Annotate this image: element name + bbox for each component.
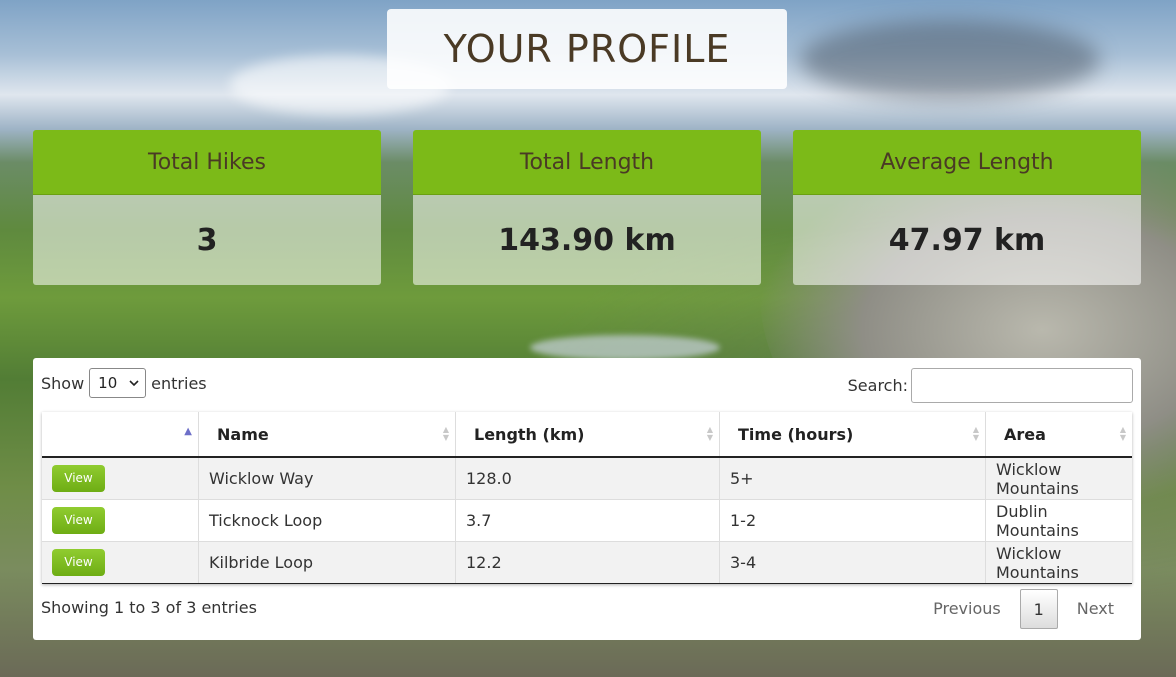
column-header-action[interactable]: ▲ [42, 412, 199, 458]
entries-select[interactable]: 10 [89, 368, 147, 398]
table-row: View Wicklow Way 128.0 5+ Wicklow Mounta… [42, 457, 1132, 500]
stat-label: Total Hikes [33, 130, 381, 195]
column-header-name[interactable]: Name ▲ ▼ [198, 412, 456, 458]
view-button[interactable]: View [52, 549, 105, 576]
cell-area: Wicklow Mountains [985, 541, 1132, 584]
column-header-time[interactable]: Time (hours) ▲ ▼ [719, 412, 986, 458]
stat-value: 47.97 km [793, 195, 1141, 285]
stat-value: 143.90 km [413, 195, 761, 285]
cell-length: 3.7 [455, 499, 720, 542]
search-input[interactable] [911, 368, 1133, 403]
search-control: Search: [848, 368, 1133, 403]
stat-label: Average Length [793, 130, 1141, 195]
cell-name: Ticknock Loop [198, 499, 456, 542]
page-title: YOUR PROFILE [387, 9, 787, 89]
sort-icon: ▲ ▼ [706, 425, 713, 442]
stat-card-average-length: Average Length 47.97 km [793, 130, 1141, 285]
cell-length: 128.0 [455, 457, 720, 500]
background-cloud-dark [800, 20, 1100, 100]
table-header-row: ▲ Name ▲ ▼ Length (km) ▲ ▼ Time (hours) ▲ ▼… [42, 412, 1132, 458]
cell-time: 1-2 [719, 499, 986, 542]
cell-length: 12.2 [455, 541, 720, 584]
cell-area: Dublin Mountains [985, 499, 1132, 542]
cell-time: 5+ [719, 457, 986, 500]
view-button[interactable]: View [52, 465, 105, 492]
entries-length-control: Show 10 entries [41, 368, 207, 398]
table-row: View Ticknock Loop 3.7 1-2 Dublin Mounta… [42, 499, 1132, 542]
column-header-area[interactable]: Area ▲ ▼ [985, 412, 1132, 458]
stat-card-total-hikes: Total Hikes 3 [33, 130, 381, 285]
cell-area: Wicklow Mountains [985, 457, 1132, 500]
page-button-current[interactable]: 1 [1019, 589, 1058, 629]
sort-icon: ▲ ▼ [1119, 425, 1126, 442]
cell-name: Wicklow Way [198, 457, 456, 500]
entries-select-value: 10 [98, 374, 118, 392]
next-page-button[interactable]: Next [1058, 589, 1133, 629]
previous-page-button[interactable]: Previous [914, 589, 1020, 629]
cell-name: Kilbride Loop [198, 541, 456, 584]
cell-time: 3-4 [719, 541, 986, 584]
chevron-down-icon [129, 379, 139, 386]
table-info: Showing 1 to 3 of 3 entries [41, 598, 257, 617]
show-label: Show [41, 373, 85, 393]
background-lake [530, 335, 720, 360]
table-row: View Kilbride Loop 12.2 3-4 Wicklow Moun… [42, 541, 1132, 584]
stat-card-total-length: Total Length 143.90 km [413, 130, 761, 285]
stat-label: Total Length [413, 130, 761, 195]
entries-label: entries [151, 373, 207, 393]
hikes-table: ▲ Name ▲ ▼ Length (km) ▲ ▼ Time (hours) ▲ ▼… [42, 412, 1132, 584]
view-button[interactable]: View [52, 507, 105, 534]
stat-value: 3 [33, 195, 381, 285]
search-label: Search: [847, 376, 908, 395]
sort-icon: ▲ ▼ [972, 425, 979, 442]
sort-icon: ▲ ▼ [442, 425, 449, 442]
column-header-length[interactable]: Length (km) ▲ ▼ [455, 412, 720, 458]
sort-asc-icon: ▲ [184, 426, 192, 437]
hikes-table-panel: Show 10 entries Search: ▲ Name ▲ ▼ Length… [33, 358, 1141, 640]
pagination: Previous 1 Next [914, 589, 1133, 629]
